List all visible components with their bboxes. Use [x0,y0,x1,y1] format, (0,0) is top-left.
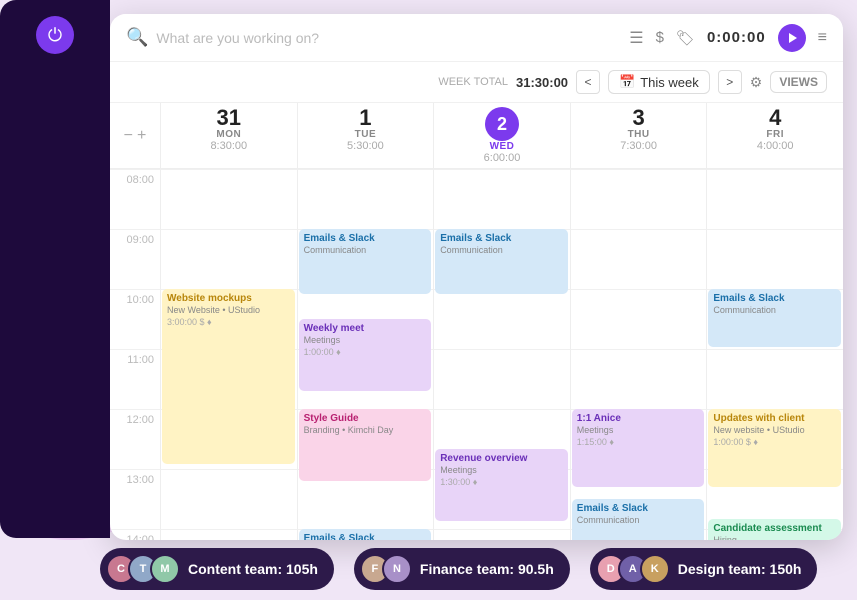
time-label: 11:00 [110,349,160,409]
app-window: 🔍 What are you working on? ☰ $ 🏷 0:00:00… [110,14,843,540]
day-cell-fri-08:00[interactable] [706,169,843,229]
day-total-wed: 6:00:00 [440,152,564,164]
time-label: 09:00 [110,229,160,289]
day-cell-mon-09:00[interactable] [160,229,297,289]
event-block[interactable]: Emails & SlackCommunication [572,499,705,540]
day-name-tue: TUE [304,129,428,140]
views-button[interactable]: VIEWS [770,71,827,93]
day-name-wed: WED [440,141,564,152]
day-header-mon: 31 MON 8:30:00 [160,103,297,168]
day-header-fri: 4 FRI 4:00:00 [706,103,843,168]
calendar: − + 31 MON 8:30:00 1 TUE 5:30:00 2 WED 6… [110,103,843,540]
day-num-wed: 2 [485,107,519,141]
time-label: 08:00 [110,169,160,229]
event-block[interactable]: 1:1 AniceMeetings1:15:00 ♦ [572,409,705,487]
day-cell-fri-11:00[interactable] [706,349,843,409]
time-label: 12:00 [110,409,160,469]
settings-icon[interactable]: ⚙ [750,74,763,91]
menu-icon[interactable]: ≡ [818,29,827,47]
design-team-label: Design team: 150h [678,561,802,577]
day-header-tue: 1 TUE 5:30:00 [297,103,434,168]
event-block[interactable]: Weekly meetMeetings1:00:00 ♦ [299,319,432,391]
day-total-thu: 7:30:00 [577,140,701,152]
plus-icon[interactable]: + [137,127,146,145]
time-label: 13:00 [110,469,160,529]
header-icons: ☰ $ 🏷 0:00:00 ≡ [629,24,827,52]
event-block[interactable]: Style GuideBranding • Kimchi Day [299,409,432,481]
this-week-button[interactable]: 📅 This week [608,70,710,94]
design-team-pill[interactable]: D A K Design team: 150h [590,548,818,590]
week-total-label: WEEK TOTAL [438,76,508,88]
day-num-thu: 3 [577,107,701,129]
day-num-mon: 31 [167,107,291,129]
event-block[interactable]: Revenue overviewMeetings1:30:00 ♦ [435,449,568,521]
content-team-pill[interactable]: C T M Content team: 105h [100,548,334,590]
day-cell-tue-08:00[interactable] [297,169,434,229]
search-icon: 🔍 [126,27,148,48]
day-name-mon: MON [167,129,291,140]
event-block[interactable]: Website mockupsNew Website • UStudio3:00… [162,289,295,464]
event-block[interactable]: Emails & SlackCommunication [435,229,568,294]
day-name-thu: THU [577,129,701,140]
day-cell-wed-08:00[interactable] [433,169,570,229]
this-week-label: This week [640,75,699,90]
day-name-fri: FRI [713,129,837,140]
header: 🔍 What are you working on? ☰ $ 🏷 0:00:00… [110,14,843,62]
sidebar [0,0,110,538]
timer-display: 0:00:00 [707,29,766,46]
avatar: M [150,554,180,584]
time-gutter-header: − + [110,103,160,168]
event-block[interactable]: Candidate assessmentHiring1:00:00 ♦ [708,519,841,540]
week-total-value: 31:30:00 [516,75,568,90]
toolbar: WEEK TOTAL 31:30:00 < 📅 This week > ⚙ VI… [110,62,843,103]
time-label: 10:00 [110,289,160,349]
teams-bar: C T M Content team: 105h F N Finance tea… [0,538,857,600]
play-button[interactable] [778,24,806,52]
prev-week-button[interactable]: < [576,70,600,94]
day-headers: − + 31 MON 8:30:00 1 TUE 5:30:00 2 WED 6… [110,103,843,169]
day-cell-mon-08:00[interactable] [160,169,297,229]
content-team-label: Content team: 105h [188,561,318,577]
app-logo[interactable] [36,16,74,54]
day-total-mon: 8:30:00 [167,140,291,152]
day-total-tue: 5:30:00 [304,140,428,152]
day-num-fri: 4 [713,107,837,129]
day-cell-mon-13:00[interactable] [160,469,297,529]
next-week-button[interactable]: > [718,70,742,94]
day-cell-thu-11:00[interactable] [570,349,707,409]
finance-team-label: Finance team: 90.5h [420,561,554,577]
list-icon[interactable]: ☰ [629,28,643,48]
day-cell-wed-11:00[interactable] [433,349,570,409]
day-cell-wed-10:00[interactable] [433,289,570,349]
day-header-thu: 3 THU 7:30:00 [570,103,707,168]
avatar: K [640,554,670,584]
tag-icon[interactable]: 🏷 [676,29,695,47]
event-block[interactable]: Emails & SlackCommunication [299,229,432,294]
day-cell-thu-08:00[interactable] [570,169,707,229]
day-total-fri: 4:00:00 [713,140,837,152]
minus-icon[interactable]: − [124,127,133,145]
content-team-avatars: C T M [106,554,180,584]
dollar-icon[interactable]: $ [656,29,664,46]
day-header-wed: 2 WED 6:00:00 [433,103,570,168]
calendar-icon: 📅 [619,74,635,90]
event-block[interactable]: Emails & SlackCommunication [708,289,841,347]
search-input[interactable]: What are you working on? [156,30,629,46]
design-team-avatars: D A K [596,554,670,584]
event-block[interactable]: Updates with clientNew website • UStudio… [708,409,841,487]
finance-team-pill[interactable]: F N Finance team: 90.5h [354,548,570,590]
time-grid: 08:0009:0010:0011:0012:0013:0014:00Websi… [110,169,843,540]
day-num-tue: 1 [304,107,428,129]
avatar: N [382,554,412,584]
day-cell-fri-09:00[interactable] [706,229,843,289]
day-cell-thu-10:00[interactable] [570,289,707,349]
day-cell-thu-09:00[interactable] [570,229,707,289]
finance-team-avatars: F N [360,554,412,584]
